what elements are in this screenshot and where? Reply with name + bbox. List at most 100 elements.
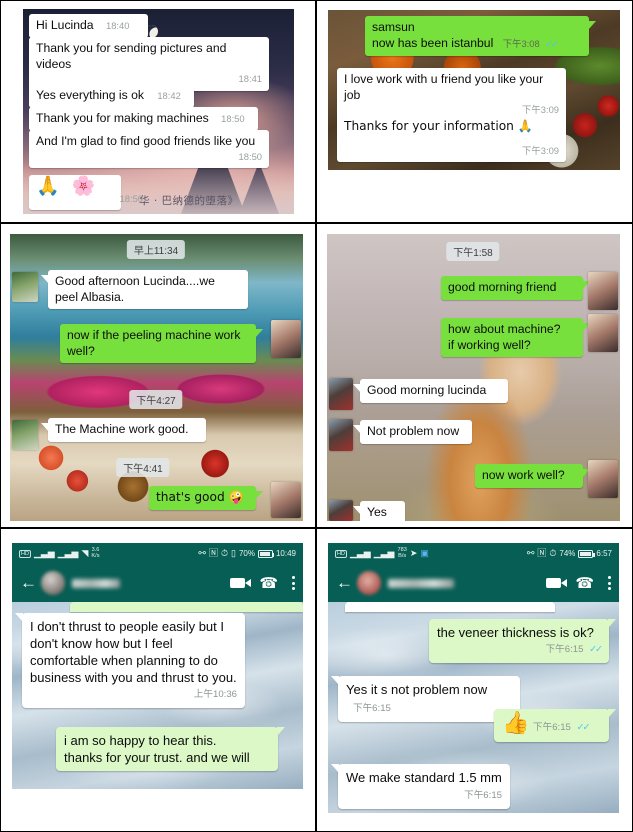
message-bubble-partial[interactable] [345,602,555,612]
battery-icon [578,549,595,558]
overflow-menu-icon[interactable] [608,576,611,590]
back-arrow-icon[interactable]: ← [20,573,37,593]
network-rate: 3.6 K/s [91,546,100,559]
signal-icon-1: ▁▃▅ [349,548,371,558]
status-clock: 6:57 [596,549,612,558]
voice-call-icon[interactable]: ☎ [259,574,278,592]
avatar[interactable] [357,571,381,595]
message-bubble[interactable]: good morning friend [441,276,590,300]
video-call-icon[interactable] [230,578,252,588]
read-receipt-icon: ✓✓ [576,722,591,733]
message-bubble[interactable]: I love work with u friend you like your … [337,68,566,122]
voice-call-icon[interactable]: ☎ [575,574,594,592]
message-text: The Machine work good. [55,422,189,436]
avatar-thumbnail[interactable] [588,460,618,498]
message-time: 下午3:08 [502,37,540,49]
message-time: 18:50 [238,150,262,162]
message-bubble[interactable]: the veneer thickness is ok? 下午6:15 ✓✓ [429,619,616,663]
message-bubble[interactable]: The Machine work good. [41,418,206,442]
video-caption-text: 华 · 巴纳德的堕落》 [139,195,239,207]
avatar-thumbnail[interactable] [329,500,353,521]
message-text: that's good 🤪 [156,490,244,504]
message-bubble[interactable]: And I'm glad to find good friends like y… [29,130,269,168]
avatar-thumbnail[interactable] [271,482,301,518]
message-text: i am so happy to hear this. thanks for y… [64,733,250,765]
message-time: 18:50 [119,193,143,204]
signal-icon-2: ▁▃▅ [57,548,79,558]
message-bubble[interactable]: Not problem now [353,420,472,444]
nfc-icon: 🄽 [537,548,547,558]
app-bar: ← ☎ [12,564,303,602]
avatar-thumbnail[interactable] [329,419,353,451]
message-bubble[interactable]: Thank you for sending pictures and video… [29,37,269,91]
message-bubble-emoji[interactable]: 🙏 🌸 18:50 [29,175,143,210]
message-text: how about machine? if working well? [448,322,561,352]
message-bubble[interactable]: samsun now has been istanbul 下午3:08 ✓✓ [365,16,596,56]
message-time: 18:42 [157,90,181,101]
message-time: 下午3:09 [522,104,559,115]
message-time: 下午6:15 [533,722,571,733]
message-bubble[interactable]: Yes it s not problem now 下午6:15 [331,676,520,722]
key-icon: ⚯ [198,548,206,558]
message-text: And I'm glad to find good friends like y… [36,134,256,148]
back-arrow-icon[interactable]: ← [336,573,353,593]
message-bubble[interactable]: now if the peeling machine work well? [60,324,263,363]
message-text: Hi Lucinda [36,18,94,32]
message-text: good morning friend [448,280,557,294]
overflow-menu-icon[interactable] [292,576,295,590]
vibrate-icon: ▯ [231,548,236,558]
message-bubble[interactable]: Good morning lucinda [353,379,508,403]
avatar-thumbnail[interactable] [271,320,301,358]
video-call-icon[interactable] [546,578,568,588]
message-bubble[interactable]: how about machine? if working well? [441,318,590,357]
panel-resort-breakfast: 早上11:34 Good afternoon Lucinda....we pee… [0,223,316,528]
cursor-icon: ➤ [409,548,418,558]
avatar[interactable] [41,571,65,595]
message-text: Thanks for your information 🙏 [344,119,533,133]
day-timestamp: 下午4:27 [129,390,183,409]
phone-screen: HD ▁▃▅ ▁▃▅ 783 B/s ➤ ▣ ⚯ 🄽 ⏱ 74% 6:57 ← … [328,543,619,813]
message-text: now if the peeling machine work well? [67,328,241,358]
read-receipt-icon: ✓✓ [589,644,603,655]
message-text: Thank you for making machines [36,111,209,125]
contact-name[interactable] [72,578,120,588]
avatar-thumbnail[interactable] [588,314,618,352]
message-text: Yes everything is ok [36,88,144,102]
message-bubble[interactable]: Hi Lucinda 18:40 [29,14,148,38]
message-text: Thank you for sending pictures and video… [36,41,227,71]
message-bubble[interactable]: We make standard 1.5 mm 下午6:15 [331,764,510,809]
panel-night-sky: 华 · 巴纳德的堕落》 Hi Lucinda 18:40 Thank you f… [0,0,316,223]
message-bubble[interactable]: i am so happy to hear this. thanks for y… [56,727,285,771]
message-bubble[interactable]: Yes [353,501,405,521]
message-bubble[interactable]: now work well? [475,464,590,488]
panel-food-table: samsun now has been istanbul 下午3:08 ✓✓ I… [316,0,633,223]
avatar-thumbnail[interactable] [12,420,38,450]
message-bubble[interactable]: I don't thrust to people easily but I do… [15,613,245,708]
message-text: I don't thrust to people easily but I do… [30,619,237,685]
chat-background-night-sky: 华 · 巴纳德的堕落》 Hi Lucinda 18:40 Thank you f… [23,9,294,214]
message-bubble[interactable]: Good afternoon Lucinda....we peel Albasi… [41,270,248,309]
message-bubble[interactable]: that's good 🤪 [149,486,263,510]
status-clock: 10:49 [275,549,296,558]
app-bar: ← ☎ [328,564,619,602]
message-bubble[interactable]: Thanks for your information 🙏 下午3:09 [337,115,566,162]
status-bar: HD ▁▃▅ ▁▃▅ 783 B/s ➤ ▣ ⚯ 🄽 ⏱ 74% 6:57 [328,543,619,564]
avatar-thumbnail[interactable] [588,272,618,310]
message-text: I love work with u friend you like your … [344,72,544,102]
message-bubble[interactable]: Thank you for making machines 18:50 [29,107,258,131]
alarm-icon: ⏱ [220,548,228,558]
message-text: 🙏 🌸 [36,175,99,197]
contact-name[interactable] [388,578,454,588]
message-bubble-emoji[interactable]: 👍 下午6:15 ✓✓ [494,709,616,742]
panel-phone-veneer: HD ▁▃▅ ▁▃▅ 783 B/s ➤ ▣ ⚯ 🄽 ⏱ 74% 6:57 ← … [316,528,633,832]
nfc-icon: 🄽 [208,548,218,558]
message-text: samsun now has been istanbul [372,20,494,50]
day-timestamp: 早上11:34 [126,240,186,259]
message-text: We make standard 1.5 mm [346,770,502,785]
day-timestamp: 下午4:41 [116,458,170,477]
avatar-thumbnail[interactable] [329,378,353,410]
message-bubble[interactable]: Yes everything is ok 18:42 [29,84,194,108]
message-time: 18:50 [221,113,245,124]
avatar-thumbnail[interactable] [12,272,38,302]
message-bubble-partial[interactable] [70,602,303,612]
